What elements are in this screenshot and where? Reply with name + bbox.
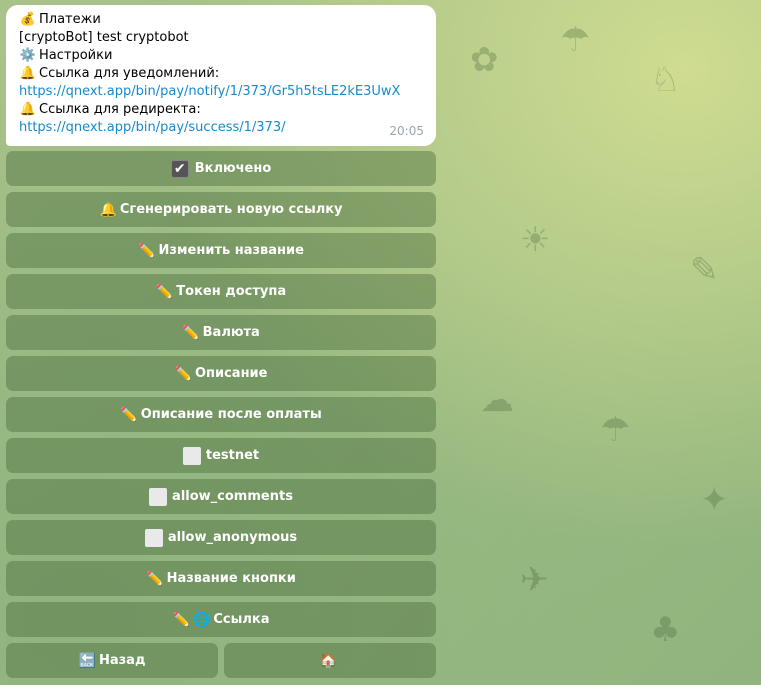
notify-label: Ссылка для уведомлений: [39,66,220,81]
background-doodle: ✎ [690,250,719,290]
rename-button[interactable]: ✏️ Изменить название [6,233,436,268]
generate-link-button[interactable]: 🔔 Сгенерировать новую ссылку [6,192,436,227]
button-name-button[interactable]: ✏️ Название кнопки [6,561,436,596]
globe-icon: 🌐 [192,611,211,628]
button-label: Валюта [202,325,260,340]
message-line-settings: ⚙️ Настройки [19,47,424,65]
description-button[interactable]: ✏️ Описание [6,356,436,391]
button-label: allow_comments [172,489,293,504]
background-doodle: ✿ [470,40,499,80]
bell-icon: 🔔 [19,66,37,81]
message-bot-name: [cryptoBot] test cryptobot [19,30,189,45]
pencil-icon: ✏️ [174,365,192,382]
enabled-toggle-button[interactable]: ✔ Включено [6,151,436,186]
background-doodle: ♘ [650,60,681,100]
message-title: Платежи [39,12,101,27]
message-line-redirect-label: 🔔 Ссылка для редиректа: [19,101,424,119]
background-doodle: ☀ [520,220,551,260]
unchecked-box-icon [144,528,163,547]
button-label: Название кнопки [166,571,296,586]
button-label: Описание [194,366,268,381]
redirect-link[interactable]: https://qnext.app/bin/pay/success/1/373/ [19,119,285,137]
background-doodle: ☂ [600,410,631,450]
message-line-notify-label: 🔔 Ссылка для уведомлений: [19,65,424,83]
message-line-notify-link[interactable]: https://qnext.app/bin/pay/notify/1/373/G… [19,83,424,101]
redirect-label: Ссылка для редиректа: [39,102,201,117]
unchecked-box-icon [149,487,168,506]
back-arrow-icon: 🔙 [78,652,96,669]
pencil-icon: ✏️ [155,283,174,300]
button-label: Сгенерировать новую ссылку [119,202,343,217]
button-label: Назад [98,653,146,668]
background-doodle: ✈ [520,560,549,600]
pencil-icon: ✏️ [120,406,138,423]
allow-anonymous-toggle-button[interactable]: allow_anonymous [6,520,436,555]
unchecked-box-icon [182,446,201,465]
bell-icon: 🔔 [19,102,37,117]
background-doodle: ☁ [480,380,514,420]
testnet-toggle-button[interactable]: testnet [6,438,436,473]
button-label: Описание после оплаты [140,407,322,422]
pencil-icon: ✏️ [146,570,164,587]
bell-icon: 🔔 [99,201,117,218]
notify-link[interactable]: https://qnext.app/bin/pay/notify/1/373/G… [19,83,400,101]
access-token-button[interactable]: ✏️ Токен доступа [6,274,436,309]
message-line-bot: [cryptoBot] test cryptobot [19,29,424,47]
back-button[interactable]: 🔙 Назад [6,643,218,678]
message-line-title: 💰 Платежи [19,11,424,29]
pencil-icon: ✏️ [182,324,200,341]
pencil-icon: ✏️ [138,242,156,259]
background-doodle: ☂ [560,20,591,60]
checkmark-icon: ✔ [170,159,189,178]
background-doodle: ♣ [650,610,681,650]
currency-button[interactable]: ✏️ Валюта [6,315,436,350]
message-line-redirect-link[interactable]: https://qnext.app/bin/pay/success/1/373/ [19,119,424,137]
home-button[interactable]: 🏠 [224,643,436,678]
message-settings: Настройки [39,48,113,63]
button-label: Токен доступа [176,284,287,299]
message-bubble: 💰 Платежи [cryptoBot] test cryptobot ⚙️ … [6,5,436,146]
allow-comments-toggle-button[interactable]: allow_comments [6,479,436,514]
link-button[interactable]: ✏️ 🌐 Ссылка [6,602,436,637]
button-label: Включено [194,161,272,176]
pencil-icon: ✏️ [172,611,190,628]
description-after-payment-button[interactable]: ✏️ Описание после оплаты [6,397,436,432]
gear-icon: ⚙️ [19,48,37,63]
background-doodle: ✦ [700,480,729,520]
button-label: testnet [205,448,260,463]
button-label: Ссылка [213,612,270,627]
button-label: Изменить название [158,243,304,258]
money-bag-icon: 💰 [19,12,37,27]
button-label: allow_anonymous [167,530,298,545]
message-time: 20:05 [389,124,424,138]
home-icon: 🏠 [319,652,338,669]
